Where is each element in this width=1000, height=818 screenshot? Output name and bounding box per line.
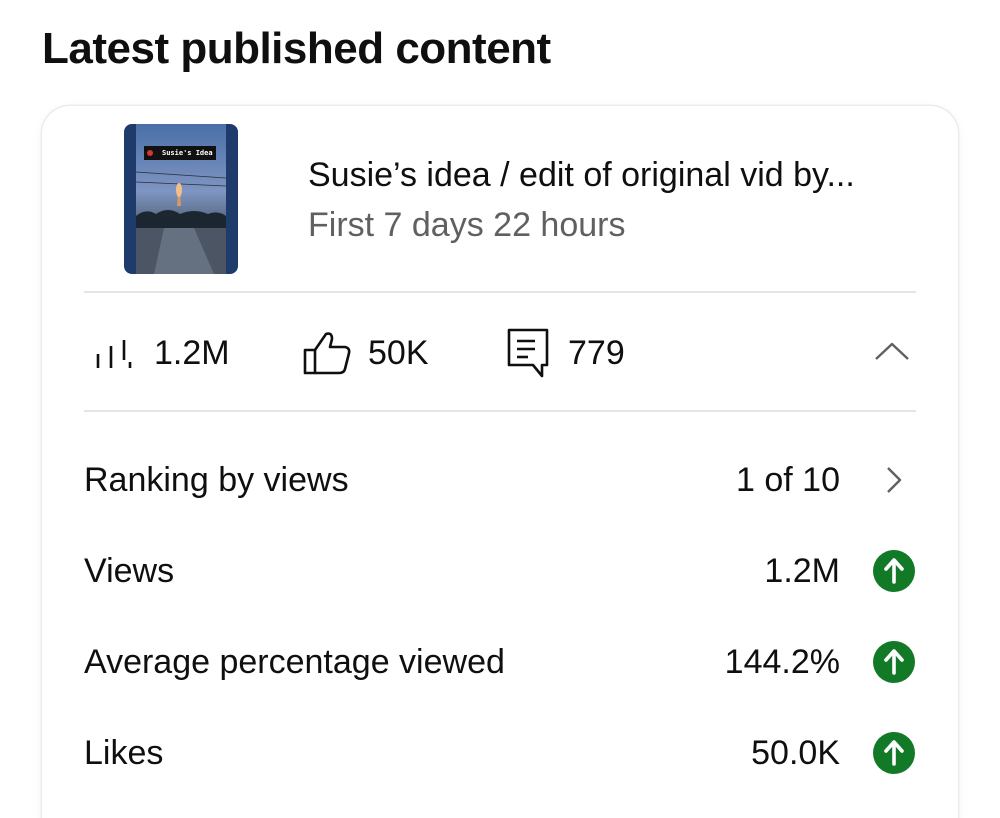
- likes-count: 50K: [368, 333, 429, 372]
- thumbnail-caption: Susie's Idea: [162, 149, 213, 157]
- metric-ranking[interactable]: Ranking by views 1 of 10: [84, 440, 916, 520]
- video-title[interactable]: Susie’s idea / edit of original vid by..…: [308, 156, 928, 195]
- video-period: First 7 days 22 hours: [308, 206, 626, 244]
- metric-label: Likes: [84, 733, 164, 772]
- metric-avg-percentage-viewed: Average percentage viewed 144.2%: [84, 622, 916, 702]
- likes-stat: 50K: [302, 294, 429, 412]
- bar-chart-icon: [94, 336, 132, 370]
- section-title: Latest published content: [42, 24, 551, 73]
- latest-content-card[interactable]: Susie's Idea Susie’s idea / edit of orig…: [42, 106, 958, 818]
- video-header[interactable]: Susie's Idea Susie’s idea / edit of orig…: [42, 106, 958, 292]
- metric-value: 1 of 10: [736, 460, 840, 499]
- comments-stat: 779: [506, 294, 625, 412]
- metric-label: Ranking by views: [84, 460, 349, 499]
- thumbs-up-icon: [302, 330, 352, 376]
- metric-value: 50.0K: [751, 733, 840, 772]
- divider: [84, 410, 916, 412]
- comment-icon: [506, 327, 550, 379]
- chevron-right-icon: [872, 458, 916, 502]
- stats-row: 1.2M 50K 779: [84, 294, 916, 412]
- comments-count: 779: [568, 333, 625, 372]
- metric-views: Views 1.2M: [84, 531, 916, 611]
- page: Latest published content Susie's Idea Su…: [0, 0, 1000, 818]
- metric-value: 1.2M: [764, 551, 840, 590]
- views-count: 1.2M: [154, 333, 230, 372]
- chevron-up-icon: [874, 341, 910, 366]
- arrow-up-circle-icon: [872, 549, 916, 593]
- metric-likes: Likes 50.0K: [84, 713, 916, 793]
- video-thumbnail[interactable]: Susie's Idea: [124, 124, 238, 274]
- divider: [84, 291, 916, 293]
- collapse-button[interactable]: [868, 331, 916, 375]
- metric-label: Views: [84, 551, 175, 590]
- arrow-up-circle-icon: [872, 731, 916, 775]
- metric-value: 144.2%: [724, 642, 840, 681]
- metric-label: Average percentage viewed: [84, 642, 505, 681]
- views-stat: 1.2M: [94, 294, 230, 412]
- arrow-up-circle-icon: [872, 640, 916, 684]
